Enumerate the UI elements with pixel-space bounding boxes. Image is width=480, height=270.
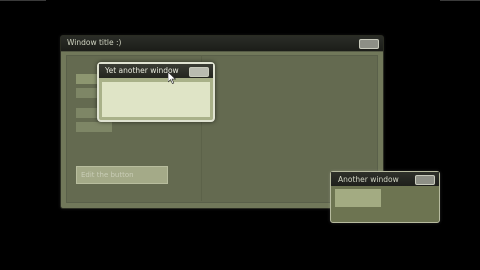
yet-another-window-titlebar[interactable]: Yet another window xyxy=(99,64,213,78)
another-window-title: Another window xyxy=(338,175,399,184)
main-window-close-button[interactable] xyxy=(359,39,379,49)
mouse-pointer-icon xyxy=(168,72,176,84)
main-window-titlebar[interactable]: Window title :) xyxy=(61,36,383,52)
yet-another-window-body xyxy=(102,82,210,117)
edit-button-label: Edit the button xyxy=(81,171,134,179)
main-window-title: Window title :) xyxy=(67,38,122,47)
screen-edge-strip xyxy=(0,0,480,3)
another-window-close-button[interactable] xyxy=(415,175,435,185)
another-window[interactable]: Another window xyxy=(330,171,440,223)
another-window-titlebar[interactable]: Another window xyxy=(331,172,439,186)
yet-another-window[interactable]: Yet another window xyxy=(97,62,215,122)
list-item[interactable] xyxy=(76,122,112,132)
yet-another-window-close-button[interactable] xyxy=(189,67,209,77)
another-window-panel xyxy=(335,189,381,207)
edit-button[interactable]: Edit the button xyxy=(76,166,168,184)
